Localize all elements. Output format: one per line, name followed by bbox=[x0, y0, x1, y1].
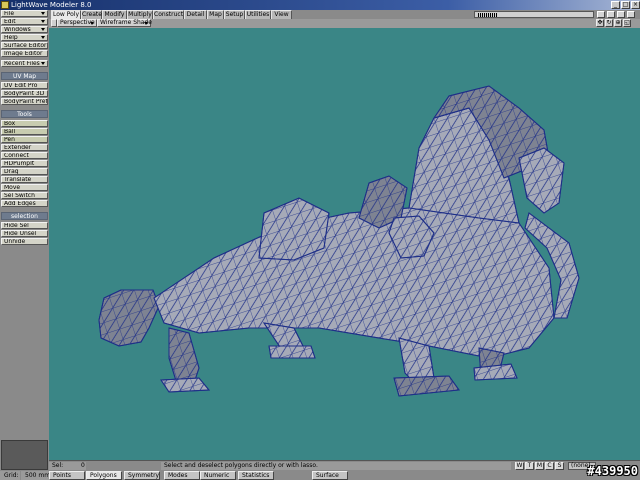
tool-box-button[interactable]: Box bbox=[1, 120, 48, 127]
viewport-header: Perspective Wireframe Shade ✥ ↻ ⊕ ◱ bbox=[49, 19, 640, 28]
points-mode-button[interactable]: Points bbox=[49, 471, 85, 480]
fit-view-icon[interactable]: ◱ bbox=[623, 19, 631, 27]
tab-setup[interactable]: Setup bbox=[224, 10, 245, 19]
sel-count: Sel: 0 bbox=[49, 462, 86, 470]
mode-button-m[interactable]: M bbox=[535, 462, 544, 470]
tool-pen-button[interactable]: Pen bbox=[1, 136, 48, 143]
minimize-button[interactable]: _ bbox=[611, 1, 620, 9]
mode-button-t[interactable]: T bbox=[525, 462, 534, 470]
mesh-wire-overlay bbox=[153, 202, 555, 359]
image-editor-button[interactable]: Image Editor bbox=[1, 50, 48, 57]
mesh-wire-overlay bbox=[268, 345, 316, 359]
mesh-wire-overlay bbox=[258, 197, 330, 261]
unhide-button[interactable]: Unhide bbox=[1, 238, 48, 245]
modes-button[interactable]: Modes bbox=[164, 471, 200, 480]
uvmap-header: UV Map bbox=[1, 72, 48, 80]
app-icon bbox=[1, 1, 9, 9]
shade-mode-dropdown[interactable]: Wireframe Shade bbox=[97, 19, 152, 27]
mode-button-s[interactable]: S bbox=[555, 462, 564, 470]
tab-bar: Low Poly Create Modify Multiply Construc… bbox=[49, 10, 640, 20]
layer-toggle-button[interactable] bbox=[617, 11, 625, 18]
view-type-dropdown[interactable]: Perspective bbox=[57, 19, 97, 27]
bodypaint-prefs-button[interactable]: BodyPaint Prefs bbox=[1, 98, 48, 105]
window-title: LightWave Modeler 8.0 bbox=[11, 1, 92, 9]
tool-drag-button[interactable]: Drag bbox=[1, 168, 48, 175]
tab-map[interactable]: Map bbox=[207, 10, 224, 19]
sidebar-empty-panel bbox=[1, 440, 48, 470]
tab-multiply[interactable]: Multiply bbox=[127, 10, 153, 19]
grid-label: Grid: bbox=[0, 471, 20, 480]
tab-create[interactable]: Create bbox=[81, 10, 102, 19]
tool-ball-button[interactable]: Ball bbox=[1, 128, 48, 135]
watermark: #439950 bbox=[587, 464, 638, 478]
numeric-button[interactable]: Numeric bbox=[200, 471, 236, 480]
sel-label: Sel: bbox=[52, 462, 64, 469]
bottom-toolbar: Grid: 500 mm Points Polygons Symmetry Mo… bbox=[0, 471, 640, 480]
tool-add-edges-button[interactable]: Add Edges bbox=[1, 200, 48, 207]
symmetry-button[interactable]: Symmetry bbox=[124, 471, 160, 480]
title-bar: LightWave Modeler 8.0 _ □ × bbox=[0, 0, 640, 10]
layer-slider[interactable] bbox=[474, 11, 594, 18]
tool-move-button[interactable]: Move bbox=[1, 184, 48, 191]
mesh-wire-overlay bbox=[393, 375, 460, 397]
tab-construct[interactable]: Construct bbox=[153, 10, 184, 19]
tool-hdpumpit-button[interactable]: HDPumpIt bbox=[1, 160, 48, 167]
grid-value: 500 mm bbox=[21, 471, 50, 480]
tools-header: Tools bbox=[1, 110, 48, 118]
move-view-icon[interactable]: ✥ bbox=[596, 19, 604, 27]
menu-file[interactable]: File bbox=[1, 10, 48, 17]
tool-translate-button[interactable]: Translate bbox=[1, 176, 48, 183]
tab-detail[interactable]: Detail bbox=[184, 10, 207, 19]
mesh-group bbox=[98, 85, 580, 397]
tool-extender-button[interactable]: Extender bbox=[1, 144, 48, 151]
tool-sel-switch-button[interactable]: Sel Switch bbox=[1, 192, 48, 199]
mesh-wire-overlay bbox=[518, 147, 565, 214]
mesh-wire-overlay bbox=[98, 289, 160, 347]
selection-header: selection bbox=[1, 212, 48, 220]
surface-editor-button[interactable]: Surface Editor bbox=[1, 42, 48, 49]
bodypaint-3d-button[interactable]: BodyPaint 3D bbox=[1, 90, 48, 97]
layer-next-button[interactable] bbox=[607, 11, 615, 18]
surface-button[interactable]: Surface bbox=[312, 471, 348, 480]
layer-slider-ticks bbox=[478, 13, 498, 17]
dragon-mesh bbox=[98, 85, 580, 397]
polygons-mode-button[interactable]: Polygons bbox=[86, 471, 122, 480]
layer-extra-button[interactable] bbox=[627, 11, 635, 18]
uv-edit-pro-button[interactable]: UV Edit Pro bbox=[1, 82, 48, 89]
mode-button-w[interactable]: W bbox=[515, 462, 524, 470]
menu-edit[interactable]: Edit bbox=[1, 18, 48, 25]
tab-view[interactable]: View bbox=[271, 10, 292, 19]
hide-sel-button[interactable]: Hide Sel bbox=[1, 222, 48, 229]
help-text: Select and deselect polygons directly or… bbox=[161, 462, 511, 470]
mode-button-c[interactable]: C bbox=[545, 462, 554, 470]
status-bar: Sel: 0 Select and deselect polygons dire… bbox=[49, 460, 640, 471]
tab-utilities[interactable]: Utilities bbox=[245, 10, 271, 19]
menu-help[interactable]: Help bbox=[1, 34, 48, 41]
zoom-view-icon[interactable]: ⊕ bbox=[614, 19, 622, 27]
close-button[interactable]: × bbox=[631, 1, 640, 9]
sel-value: 0 bbox=[81, 462, 85, 469]
tool-connect-button[interactable]: Connect bbox=[1, 152, 48, 159]
mesh-wire-overlay bbox=[160, 377, 211, 393]
sidebar: File Edit Windows Help Surface Editor Im… bbox=[0, 10, 49, 472]
maximize-button[interactable]: □ bbox=[621, 1, 630, 9]
recent-files-dropdown[interactable]: Recent Files bbox=[1, 60, 48, 67]
mesh-wire-overlay bbox=[168, 327, 200, 385]
rotate-view-icon[interactable]: ↻ bbox=[605, 19, 613, 27]
viewport[interactable] bbox=[49, 28, 640, 460]
hide-unsel-button[interactable]: Hide Unsel bbox=[1, 230, 48, 237]
tab-modify[interactable]: Modify bbox=[102, 10, 127, 19]
statistics-button[interactable]: Statistics bbox=[238, 471, 274, 480]
layer-prev-button[interactable] bbox=[597, 11, 605, 18]
menu-windows[interactable]: Windows bbox=[1, 26, 48, 33]
